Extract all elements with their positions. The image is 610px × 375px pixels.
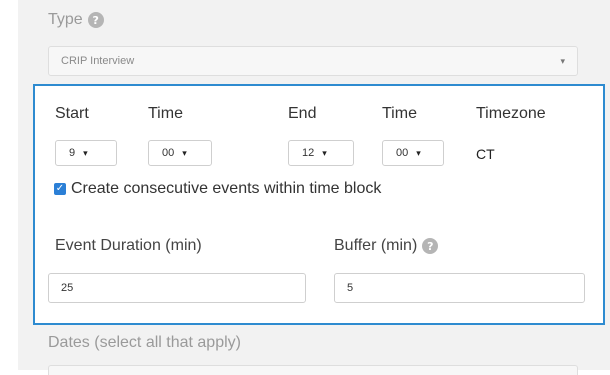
end-header: End: [288, 105, 317, 122]
help-icon[interactable]: ?: [422, 238, 439, 254]
timezone-value: CT: [476, 146, 495, 162]
start-hour-value: 9: [69, 147, 76, 159]
start-minute-value: 00: [162, 147, 175, 159]
end-hour-select[interactable]: 12 ▾: [288, 140, 354, 166]
event-duration-label: Event Duration (min): [55, 237, 202, 255]
chevron-down-icon: ▾: [182, 147, 187, 158]
type-select[interactable]: CRIP Interview ▾: [48, 46, 578, 76]
timezone-header: Timezone: [476, 105, 546, 122]
buffer-label-text: Buffer (min): [334, 237, 418, 254]
buffer-input[interactable]: [334, 273, 585, 303]
start-hour-select[interactable]: 9 ▾: [55, 140, 117, 166]
end-time-header: Time: [382, 105, 417, 122]
end-minute-select[interactable]: 00 ▾: [382, 140, 444, 166]
chevron-down-icon: ▾: [83, 147, 88, 158]
type-label: Type ?: [48, 11, 104, 29]
dates-label: Dates (select all that apply): [48, 334, 241, 351]
chevron-down-icon: ▾: [322, 147, 327, 158]
help-icon[interactable]: ?: [87, 12, 104, 28]
end-minute-value: 00: [396, 147, 409, 159]
start-time-header: Time: [148, 105, 183, 122]
start-header: Start: [55, 105, 89, 122]
consecutive-events-checkbox[interactable]: ✓: [54, 183, 66, 195]
consecutive-events-option[interactable]: ✓ Create consecutive events within time …: [54, 180, 381, 198]
chevron-down-icon: ▾: [560, 55, 565, 66]
buffer-label: Buffer (min) ?: [334, 237, 439, 255]
start-minute-select[interactable]: 00 ▾: [148, 140, 212, 166]
dates-select[interactable]: [48, 365, 578, 375]
chevron-down-icon: ▾: [416, 147, 421, 158]
event-duration-input[interactable]: [48, 273, 306, 303]
consecutive-events-label: Create consecutive events within time bl…: [71, 180, 382, 197]
event-duration-label-text: Event Duration (min): [55, 237, 202, 254]
end-hour-value: 12: [302, 147, 315, 159]
type-select-value: CRIP Interview: [61, 55, 135, 67]
type-label-text: Type: [48, 11, 83, 28]
